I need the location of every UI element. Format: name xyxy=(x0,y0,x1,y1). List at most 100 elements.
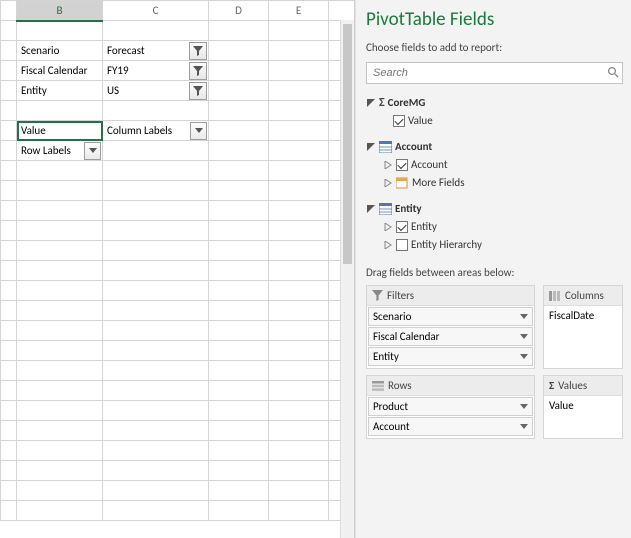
pivot-row-labels-cell[interactable]: Row Labels xyxy=(17,141,103,161)
tree-group-account[interactable]: Account xyxy=(366,138,623,156)
area-rows-title: Rows xyxy=(388,379,412,392)
collapse-icon[interactable] xyxy=(366,204,376,214)
filter-item-scenario[interactable]: Scenario xyxy=(368,307,533,326)
collapse-icon[interactable] xyxy=(366,98,376,108)
scrollbar-thumb[interactable] xyxy=(343,24,352,264)
tree-item-more-fields[interactable]: More Fields xyxy=(366,174,623,192)
search-icon xyxy=(607,66,619,81)
rows-item-product[interactable]: Product xyxy=(368,397,533,416)
area-columns-title: Columns xyxy=(565,289,604,302)
chevron-down-icon xyxy=(520,314,528,319)
filter-scenario-value-cell: Forecast xyxy=(103,41,209,61)
pivot-fields-panel: PivotTable Fields Choose fields to add t… xyxy=(355,0,631,538)
col-header-D[interactable]: D xyxy=(209,1,269,21)
filter-entity-value-cell: US xyxy=(103,81,209,101)
app-root: B C D E Scenario Forecast xyxy=(0,0,631,538)
area-rows: Rows Product Account xyxy=(366,375,535,439)
filter-fiscal-button[interactable] xyxy=(189,62,207,80)
funnel-icon xyxy=(193,46,203,56)
chevron-down-icon xyxy=(520,334,528,339)
grid[interactable]: B C D E Scenario Forecast xyxy=(0,0,355,521)
table-icon xyxy=(379,203,392,215)
areas-grid: Filters Scenario Fiscal Calendar Entity … xyxy=(366,285,623,439)
values-item-value[interactable]: Value xyxy=(549,399,574,412)
column-header-row: B C D E xyxy=(1,1,356,21)
funnel-icon xyxy=(193,86,203,96)
area-filters-title: Filters xyxy=(387,289,414,302)
rows-item-account[interactable]: Account xyxy=(368,417,533,436)
columns-icon xyxy=(549,291,561,301)
drag-hint: Drag fields between areas below: xyxy=(366,266,623,279)
coremg-value-label: Value xyxy=(408,112,433,130)
checkbox-entity-hierarchy[interactable] xyxy=(396,239,408,251)
pivot-column-labels-cell[interactable]: Column Labels xyxy=(103,121,209,141)
tree-item-coremg-value[interactable]: Value xyxy=(366,112,623,130)
filter-scenario-button[interactable] xyxy=(189,42,207,60)
expand-icon[interactable] xyxy=(383,222,393,232)
area-columns-head: Columns xyxy=(544,286,622,305)
funnel-icon xyxy=(193,66,203,76)
checkbox-entity[interactable] xyxy=(396,221,408,233)
area-values-head: Σ Values xyxy=(544,376,622,395)
filter-entity-button[interactable] xyxy=(189,82,207,100)
chevron-down-icon xyxy=(520,404,528,409)
tree-group-entity[interactable]: Entity xyxy=(366,200,623,218)
area-columns-body[interactable]: FiscalDate xyxy=(544,305,622,368)
filter-item-fiscal[interactable]: Fiscal Calendar xyxy=(368,327,533,346)
account-field-label: Account xyxy=(411,156,448,174)
collapse-icon[interactable] xyxy=(366,142,376,152)
spreadsheet-area: B C D E Scenario Forecast xyxy=(0,0,355,538)
vertical-scrollbar[interactable] xyxy=(340,20,354,538)
area-rows-head: Rows xyxy=(367,376,534,395)
columns-item-fiscaldate[interactable]: FiscalDate xyxy=(549,309,594,322)
pivot-value-header[interactable]: Value xyxy=(17,121,103,141)
area-values-title: Values xyxy=(558,379,587,392)
area-filters-body[interactable]: Scenario Fiscal Calendar Entity xyxy=(367,305,534,368)
filter-fiscal-value: FY19 xyxy=(107,64,129,77)
entity-label: Entity xyxy=(395,200,422,218)
row-labels-dropdown[interactable] xyxy=(84,142,101,160)
expand-icon[interactable] xyxy=(383,160,393,170)
field-tree: Σ CoreMG Value Account Account xyxy=(366,94,623,254)
expand-icon[interactable] xyxy=(383,178,393,188)
filter-scenario-label: Scenario xyxy=(17,41,103,61)
tree-group-coremg[interactable]: Σ CoreMG xyxy=(366,94,623,112)
account-label: Account xyxy=(395,138,432,156)
column-labels-dropdown[interactable] xyxy=(190,122,207,140)
checkbox-value[interactable] xyxy=(393,115,405,127)
filter-entity-label: Entity xyxy=(17,81,103,101)
entity-hierarchy-label: Entity Hierarchy xyxy=(411,236,482,254)
table-icon xyxy=(379,141,392,153)
sigma-icon: Σ xyxy=(379,94,385,112)
tree-item-entity-hierarchy[interactable]: Entity Hierarchy xyxy=(366,236,623,254)
col-header-C[interactable]: C xyxy=(103,1,209,21)
filter-scenario-value: Forecast xyxy=(107,44,145,57)
select-all-corner[interactable] xyxy=(1,1,17,21)
area-filters: Filters Scenario Fiscal Calendar Entity xyxy=(366,285,535,369)
entity-field-label: Entity xyxy=(411,218,437,236)
coremg-label: CoreMG xyxy=(388,94,426,112)
chevron-down-icon xyxy=(195,128,203,134)
area-values-body[interactable]: Value xyxy=(544,395,622,438)
rows-icon xyxy=(372,381,384,391)
panel-subtitle: Choose fields to add to report: xyxy=(366,41,623,54)
tree-item-entity-field[interactable]: Entity xyxy=(366,218,623,236)
pivot-empty-blue xyxy=(103,141,209,161)
pivot-row-labels-text: Row Labels xyxy=(21,144,71,157)
col-header-E[interactable]: E xyxy=(269,1,329,21)
col-header-B[interactable]: B xyxy=(17,1,103,21)
chevron-down-icon xyxy=(520,354,528,359)
col-header-blank[interactable] xyxy=(329,1,356,21)
more-fields-icon xyxy=(396,177,409,189)
area-rows-body[interactable]: Product Account xyxy=(367,395,534,438)
panel-title: PivotTable Fields xyxy=(366,8,623,31)
sigma-icon: Σ xyxy=(549,379,554,392)
checkbox-account[interactable] xyxy=(396,159,408,171)
tree-item-account-field[interactable]: Account xyxy=(366,156,623,174)
area-filters-head: Filters xyxy=(367,286,534,305)
area-columns: Columns FiscalDate xyxy=(543,285,623,369)
expand-icon[interactable] xyxy=(383,240,393,250)
filter-item-entity[interactable]: Entity xyxy=(368,347,533,366)
search-input[interactable] xyxy=(366,62,623,84)
filter-fiscal-value-cell: FY19 xyxy=(103,61,209,81)
